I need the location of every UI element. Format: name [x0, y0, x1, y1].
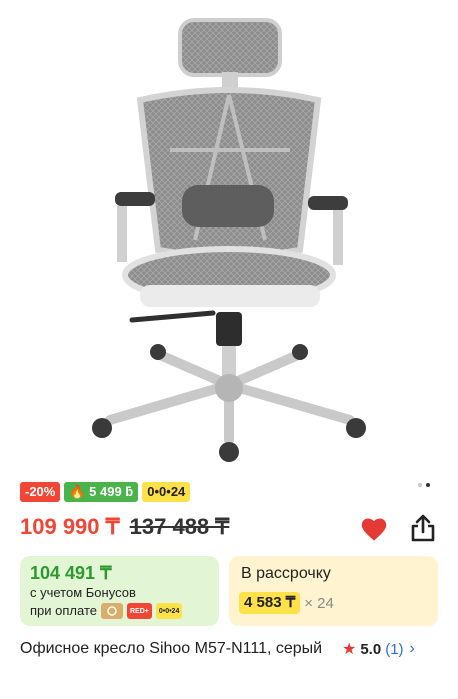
rating-score: 5.0 [360, 640, 382, 658]
old-price: 137 488 ₸ [129, 514, 230, 539]
installment-0024-icon: 0•0•24 [155, 603, 183, 619]
share-button[interactable] [409, 513, 437, 543]
gold-card-icon [100, 603, 123, 619]
product-title: Офисное кресло Sihoo M57-N111, серый [20, 640, 323, 657]
badge-row: -20% 🔥 5 499 ƃ 0•0•24 [20, 482, 191, 502]
discount-badge: -20% [20, 482, 61, 502]
gallery-pagination-dots[interactable] [418, 483, 430, 487]
installment-card[interactable]: В рассрочку 4 583 ₸ × 24 [229, 556, 438, 626]
red-plus-icon: RED+ [126, 603, 152, 619]
price-row: 109 990 ₸ 137 488 ₸ [20, 514, 229, 540]
favorite-button[interactable] [360, 516, 388, 542]
bonus-note-line1: с учетом Бонусов [30, 585, 136, 600]
share-icon [411, 514, 435, 542]
chevron-right-icon: › [409, 640, 415, 657]
installment-badge: 0•0•24 [142, 482, 191, 502]
gallery-dot[interactable] [418, 483, 422, 487]
star-icon: ★ [342, 641, 357, 658]
bonus-badge: 🔥 5 499 ƃ [64, 482, 139, 502]
bonus-note-line2: при оплате [30, 603, 97, 618]
installment-multiplier: × 24 [304, 594, 334, 612]
current-price: 109 990 ₸ [20, 514, 120, 539]
bonus-price-card[interactable]: 104 491 ₸ с учетом Бонусов при оплате RE… [20, 556, 219, 626]
product-image-gallery[interactable] [0, 0, 458, 475]
bonus-price: 104 491 ₸ [30, 563, 112, 583]
installment-title: В рассрочку [241, 565, 331, 582]
installment-amount: 4 583 ₸ [239, 592, 301, 614]
rating-link[interactable]: ★ 5.0 (1) › [342, 639, 415, 659]
reviews-count: (1) [385, 640, 404, 658]
gallery-dot-active[interactable] [426, 483, 430, 487]
product-image-chair [92, 18, 366, 462]
heart-icon [361, 518, 387, 541]
